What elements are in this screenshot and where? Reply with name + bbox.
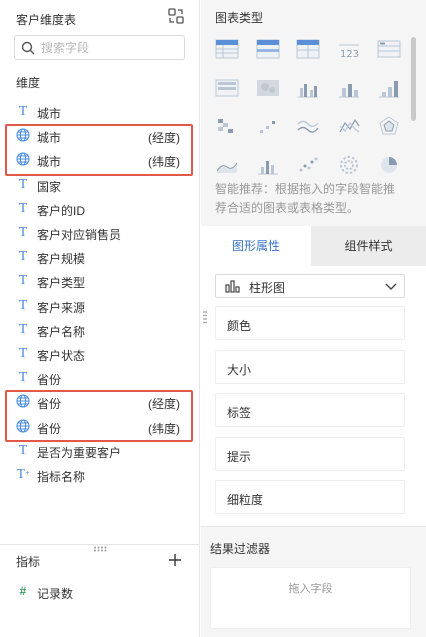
property-label: 大小 [227,362,252,377]
text-type-icon: T [18,442,28,458]
dimensions-label: 维度 [16,76,41,90]
text-measure-icon: T+ [16,467,30,482]
filter-drop-hint: 拖入字段 [288,583,333,595]
chart-type-bar-grouped-icon[interactable] [296,76,320,100]
drag-handle-icon[interactable] [93,541,107,552]
measure-icon: # [19,584,27,598]
svg-text:123: 123 [340,49,359,60]
chart-type-waterfall-icon[interactable] [215,114,239,138]
filter-drop-zone[interactable]: 拖入字段 [210,567,411,629]
property-slot[interactable]: 大小 [215,349,405,384]
chart-type-table-list-icon[interactable] [377,37,401,61]
text-type-icon: T [18,176,28,192]
chart-type-line-radar-icon[interactable] [337,114,361,138]
tab-component-style[interactable]: 组件样式 [311,226,426,266]
dimension-item[interactable]: T 是否为重要客户 [16,441,192,461]
highlight-box-city [5,124,193,176]
chart-type-bar-mini-icon[interactable] [256,153,280,177]
property-slot[interactable]: 颜色 [215,306,405,340]
chart-type-pie-icon[interactable] [377,153,401,177]
field-panel: 客户维度表 维度 T城市城市(经度)城市(纬度)T国家T客户的IDT客户对应销售… [0,0,200,637]
chart-type-table-detail-icon[interactable] [215,37,239,61]
dimension-item[interactable]: T 城市 [16,102,192,122]
measure-name: 记录数 [37,587,74,601]
bar-chart-icon [225,279,241,293]
measures-label: 指标 [16,555,41,569]
filter-divider [201,526,426,527]
dimension-name: 客户来源 [37,300,86,315]
dimension-name: 是否为重要客户 [37,445,122,460]
chart-type-line-multi-icon[interactable] [296,114,320,138]
highlight-box-province [5,390,193,442]
search-input[interactable] [41,39,181,56]
dimension-item[interactable]: T 客户对应销售员 [16,223,192,243]
search-icon [21,41,35,55]
dimension-name: 客户对应销售员 [37,228,122,242]
chart-grid-scrollbar[interactable] [411,37,416,121]
text-type-icon: T [18,273,28,289]
dimension-name: 客户类型 [37,276,86,291]
dimension-name: 指标名称 [37,470,86,484]
dimension-item[interactable]: T 国家 [16,175,192,195]
tab-chart-properties[interactable]: 图形属性 [201,226,311,266]
property-slot[interactable]: 细粒度 [215,480,405,514]
chart-type-kpi-number-icon[interactable]: 123 [337,37,361,61]
chevron-down-icon [384,279,398,293]
dimension-item[interactable]: T+ 指标名称 [16,465,192,485]
dimension-name: 客户的ID [37,203,86,218]
chart-type-table-flat-icon[interactable] [215,76,239,100]
text-type-icon: T [18,370,28,386]
chart-type-select[interactable]: 柱形图 [215,274,405,298]
chart-type-scatter-step-icon[interactable] [256,114,280,138]
text-type-icon: T [18,200,28,216]
property-label: 颜色 [227,319,252,333]
dimension-name: 国家 [37,179,62,194]
result-filter-title: 结果过滤器 [210,542,271,556]
dimension-item[interactable]: T 客户类型 [16,271,192,291]
property-label: 提示 [227,449,252,464]
property-tabs: 图形属性 组件样式 [201,226,426,266]
property-label: 标签 [227,406,252,420]
dimension-item[interactable]: T 客户名称 [16,320,192,340]
dimension-item[interactable]: T 客户的ID [16,199,192,219]
measure-item[interactable]: # 记录数 [16,582,192,602]
chart-type-radar-icon[interactable] [377,114,401,138]
config-panel: 图表类型 123 智能推荐：根据拖入的字段智能推荐合适的图表或表格类型。 图形属… [201,0,426,637]
field-panel-header: 客户维度表 [0,0,200,36]
text-type-icon: T [18,297,28,313]
recommend-hint: 智能推荐：根据拖入的字段智能推荐合适的图表或表格类型。 [215,182,396,215]
text-type-icon: T [18,225,28,240]
dimension-item[interactable]: T 省份 [16,368,192,388]
chart-type-table-group-icon[interactable] [256,37,280,61]
text-type-icon: T [18,104,28,119]
dimension-name: 客户名称 [37,324,86,339]
resize-handle-icon[interactable] [203,310,207,324]
text-type-icon: T [18,249,28,265]
dimension-item[interactable]: T 客户状态 [16,344,192,364]
add-measure-icon[interactable] [168,553,182,567]
dimension-name: 客户规模 [37,252,86,267]
property-label: 细粒度 [227,493,264,507]
chart-type-scatter-icon[interactable] [296,153,320,177]
text-type-icon: T [18,346,28,361]
chart-type-bar-sorted-icon[interactable] [377,76,401,100]
dimension-name: 城市 [37,107,62,121]
dimension-item[interactable]: T 客户规模 [16,247,192,267]
search-field[interactable] [14,35,185,60]
chart-type-area-icon[interactable] [215,153,239,177]
dimension-item[interactable]: T 客户来源 [16,296,192,316]
chart-type-table-cross-icon[interactable] [296,37,320,61]
text-type-icon: T [18,321,28,337]
chart-type-sunburst-icon[interactable] [337,153,361,177]
chart-type-bar-stacked-icon[interactable] [337,76,361,100]
chart-type-value: 柱形图 [249,281,286,295]
dimension-name: 客户状态 [37,349,86,363]
chart-type-title: 图表类型 [215,11,264,25]
chart-type-heatmap-icon[interactable] [256,76,280,100]
switch-table-icon[interactable] [167,7,185,25]
property-slot[interactable]: 标签 [215,393,405,427]
table-title: 客户维度表 [16,13,77,27]
dimension-name: 省份 [37,373,62,388]
property-slot[interactable]: 提示 [215,436,405,471]
